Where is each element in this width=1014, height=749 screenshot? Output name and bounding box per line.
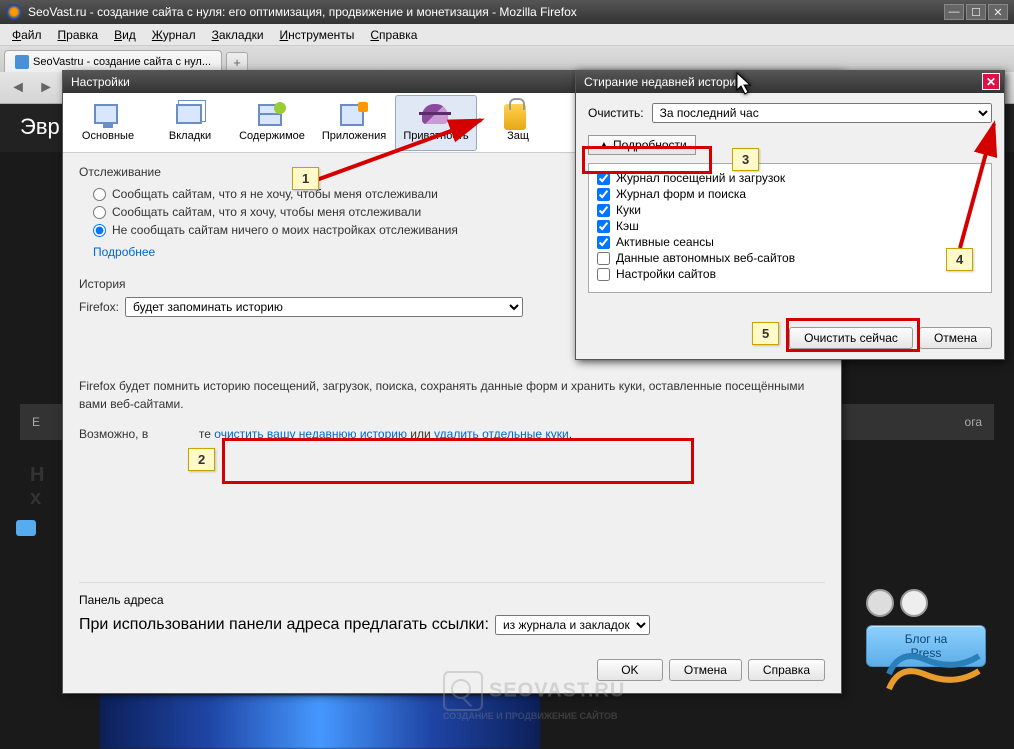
tab-basic-label: Основные [82,130,134,142]
item-offline[interactable]: Данные автономных веб-сайтов [597,250,983,266]
history-prefix: Firefox: [79,300,119,314]
firefox-icon [6,4,22,20]
menu-help[interactable]: Справка [362,28,425,42]
nav-left-text: Е [32,415,40,429]
back-button[interactable]: ◄ [6,76,30,100]
tab-apps-label: Приложения [322,130,386,142]
new-tab-button[interactable]: + [226,52,248,72]
twitter-icon[interactable] [16,520,36,536]
tab-bar: SeoVastru - создание сайта с нул... + [0,46,1014,72]
tab-privacy-label: Приватность [403,130,468,142]
radio-dnt-on[interactable] [93,188,106,201]
clear-title: Стирание недавней истории ✕ [576,71,1004,93]
radio-dnt-none[interactable] [93,224,106,237]
addressbar-label: Панель адреса [79,593,825,607]
badge-icon[interactable] [900,589,928,617]
menu-bookmarks[interactable]: Закладки [204,28,272,42]
chevron-up-icon: ▲ [597,138,611,152]
tab-privacy[interactable]: Приватность [395,95,477,151]
clear-label: Очистить: [588,106,644,120]
window-titlebar: SeoVast.ru - создание сайта с нуля: его … [0,0,1014,24]
addressbar-text: При использовании панели адреса предлага… [79,616,489,634]
addressbar-section: Панель адреса При использовании панели а… [79,572,825,635]
menu-tools[interactable]: Инструменты [272,28,363,42]
item-cache[interactable]: Кэш [597,218,983,234]
history-mode-select[interactable]: будет запоминать историю [125,297,523,317]
menu-file[interactable]: Файл [4,28,50,42]
item-forms[interactable]: Журнал форм и поиска [597,186,983,202]
marker-4: 4 [946,248,973,271]
history-info: Firefox будет помнить историю посещений,… [79,377,825,413]
maximize-button[interactable]: ☐ [966,4,986,20]
tab-content[interactable]: Содержимое [231,95,313,151]
tab-tabs[interactable]: Вкладки [149,95,231,151]
forward-button[interactable]: ► [34,76,58,100]
menu-view[interactable]: Вид [106,28,144,42]
minimize-button[interactable]: — [944,4,964,20]
nav-right-text: ога [965,415,982,429]
addressbar-select[interactable]: из журнала и закладок [495,615,650,635]
tab-tabs-label: Вкладки [169,130,211,142]
clear-history-link[interactable]: очистить вашу недавнюю историю [214,427,407,441]
tab-security[interactable]: Защ [477,95,559,151]
item-cookies[interactable]: Куки [597,202,983,218]
menu-history[interactable]: Журнал [144,28,204,42]
tab-basic[interactable]: Основные [67,95,149,151]
tab-apps[interactable]: Приложения [313,95,395,151]
close-icon[interactable]: ✕ [982,73,1000,90]
close-button[interactable]: ✕ [988,4,1008,20]
history-info2: Возможно, в те очистить вашу недавнюю ис… [79,427,825,441]
headline-frag: Нх [30,464,44,510]
clear-items-list: Журнал посещений и загрузок Журнал форм … [588,163,992,293]
item-browsing[interactable]: Журнал посещений и загрузок [597,170,983,186]
tab-label: SeoVastru - создание сайта с нул... [33,56,211,68]
time-range-select[interactable]: За последний час [652,103,992,123]
tab-security-label: Защ [507,130,529,142]
cancel-button[interactable]: Отмена [669,659,742,681]
marker-5: 5 [752,322,779,345]
clear-cancel-button[interactable]: Отмена [919,327,992,349]
help-button[interactable]: Справка [748,659,825,681]
footer-image [100,695,540,749]
badge-icon[interactable] [866,589,894,617]
radio-dnt-off[interactable] [93,206,106,219]
profit-logo [884,644,984,709]
marker-3: 3 [732,148,759,171]
menubar: Файл Правка Вид Журнал Закладки Инструме… [0,24,1014,46]
favicon [15,55,29,69]
settings-buttons: OK Отмена Справка [597,659,825,681]
marker-2: 2 [188,448,215,471]
window-title: SeoVast.ru - создание сайта с нуля: его … [28,5,944,19]
delete-cookies-link[interactable]: удалить отдельные куки [434,427,569,441]
browser-tab[interactable]: SeoVastru - создание сайта с нул... [4,50,222,72]
item-site[interactable]: Настройки сайтов [597,266,983,282]
ok-button[interactable]: OK [597,659,663,681]
marker-1: 1 [292,167,319,190]
menu-edit[interactable]: Правка [50,28,107,42]
clear-now-button[interactable]: Очистить сейчас [789,327,913,349]
clear-history-dialog: Стирание недавней истории ✕ Очистить: За… [575,70,1005,360]
firefox-window: SeoVast.ru - создание сайта с нуля: его … [0,0,1014,749]
tab-content-label: Содержимое [239,130,305,142]
details-toggle[interactable]: ▲ Подробности [588,135,696,155]
item-sessions[interactable]: Активные сеансы [597,234,983,250]
